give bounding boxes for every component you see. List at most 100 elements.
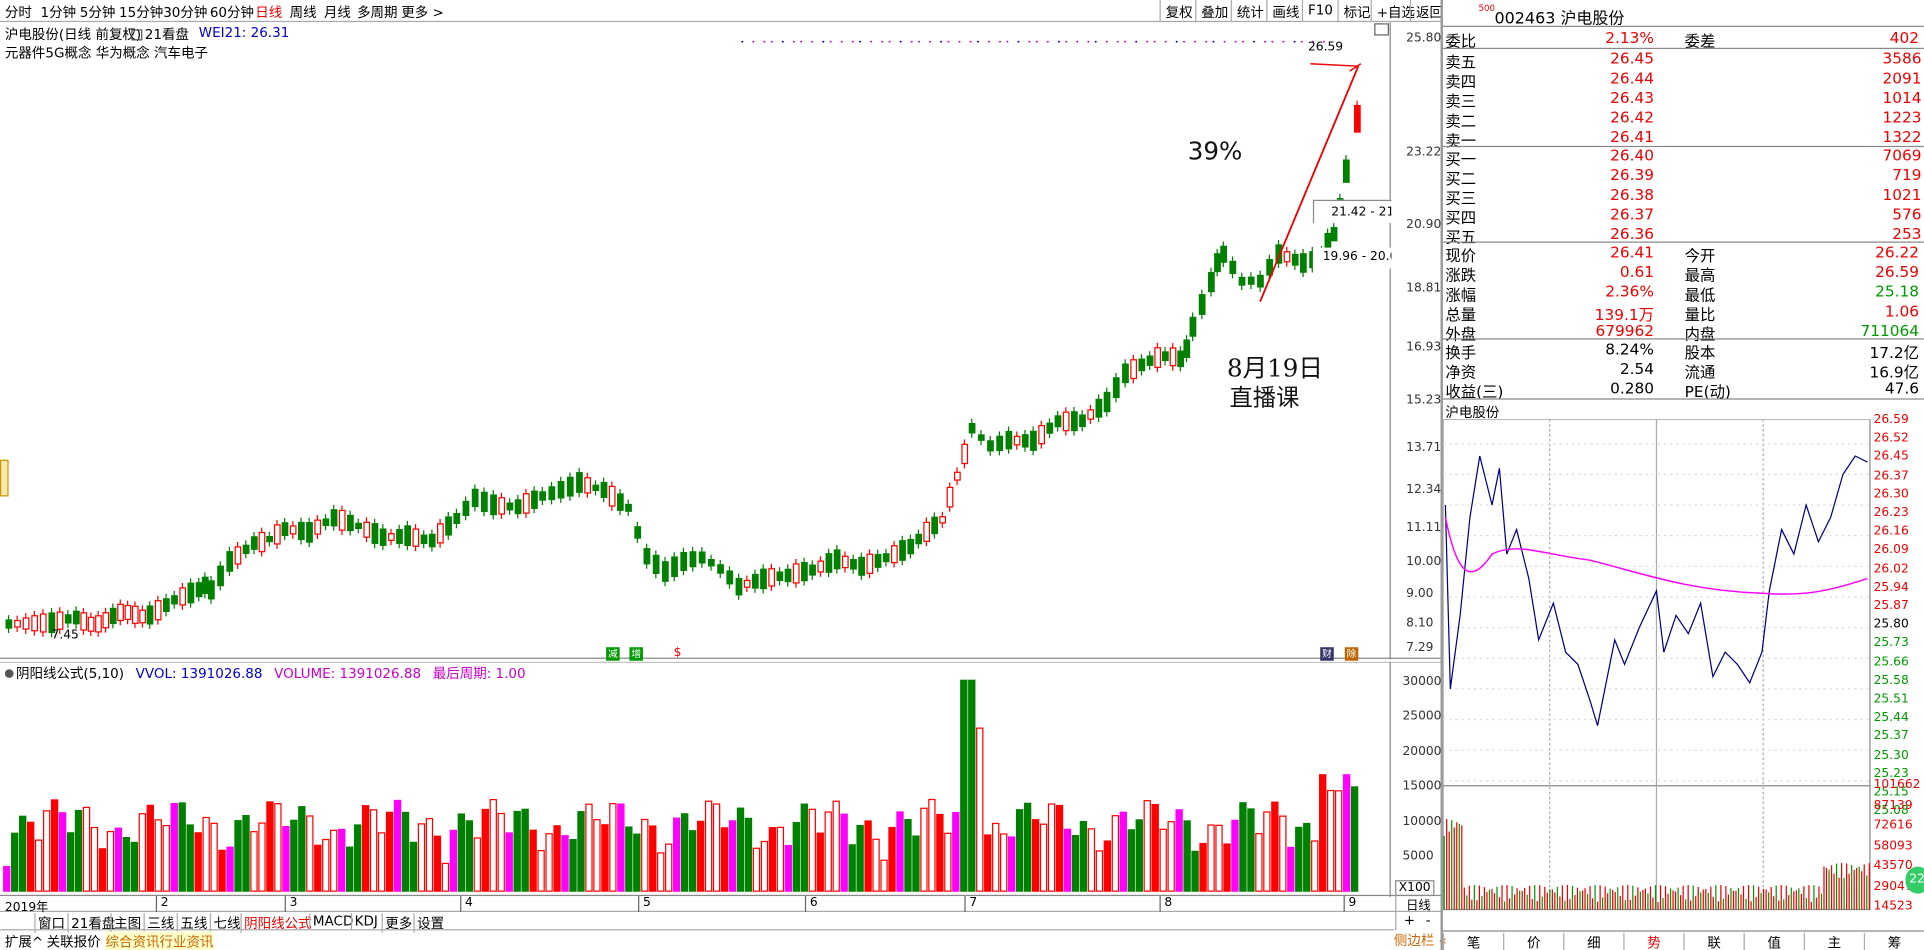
info-tab-2[interactable]: 行业资讯 [159, 931, 214, 950]
candle [462, 500, 470, 517]
volume-bar [952, 811, 960, 892]
toolbar-button-0[interactable]: 复权 [1159, 0, 1198, 23]
event-mark-dividend[interactable]: $ [674, 646, 682, 659]
candle [471, 488, 479, 508]
sidebar-toggle[interactable]: 侧边栏 « [1394, 930, 1447, 950]
candle [109, 607, 117, 625]
period-tab-7[interactable]: 周线 [290, 2, 317, 22]
signal-dot [1035, 40, 1038, 43]
quote-tab-2[interactable]: 细 [1563, 932, 1623, 950]
period-tab-9[interactable]: 多周期 [357, 2, 397, 22]
volume-chart[interactable] [0, 661, 1441, 898]
signal-dot [1282, 40, 1285, 43]
candle [506, 502, 514, 511]
quote-value-2: 1.06 [1884, 301, 1920, 320]
volume-bar [242, 814, 250, 892]
candle [891, 545, 898, 564]
candle [217, 565, 224, 587]
candle [1220, 245, 1227, 263]
candle [289, 525, 297, 535]
period-tab-6[interactable]: 日线 [255, 2, 282, 22]
period-tab-8[interactable]: 月线 [324, 2, 351, 22]
indicator-tab-9[interactable]: KDJ [350, 913, 378, 930]
quote-tab-7[interactable]: 筹 [1863, 932, 1924, 950]
volume-bar [744, 817, 753, 892]
volume-bar [960, 679, 968, 892]
intraday-price-tick: 26.02 [1873, 562, 1909, 576]
maximize-icon[interactable] [1374, 23, 1389, 36]
candle [124, 604, 132, 620]
volume-bar [3, 866, 11, 892]
side-handle[interactable] [0, 459, 9, 497]
volume-bar [848, 844, 856, 892]
candle [258, 531, 266, 553]
toolbar-button-2[interactable]: 统计 [1230, 0, 1269, 23]
candle [1146, 355, 1154, 366]
main-y-tick: 7.29 [1406, 641, 1434, 655]
candle [792, 563, 800, 584]
quote-tab-0[interactable]: 笔 [1442, 932, 1503, 950]
volume-bar [768, 827, 777, 892]
period-tab-1[interactable]: 1分钟 [40, 2, 76, 22]
signal-dot [1135, 40, 1138, 43]
volume-bar [74, 809, 83, 892]
signal-dot [1253, 40, 1255, 43]
candle [1283, 251, 1291, 263]
candle [784, 568, 792, 583]
signal-dot [1087, 40, 1090, 43]
event-mark-2[interactable]: 增 [629, 647, 643, 661]
main-y-tick: 13.71 [1406, 441, 1442, 455]
candle [162, 598, 170, 613]
expand-button[interactable]: 扩展^ [5, 932, 43, 950]
candle [961, 443, 969, 465]
info-tab-0[interactable]: 关联报价 [47, 932, 101, 950]
floating-badge[interactable]: 22 [1905, 866, 1924, 894]
quote-tab-3[interactable]: 势 [1623, 932, 1683, 950]
candle [273, 524, 281, 545]
quote-tab-5[interactable]: 值 [1743, 932, 1804, 950]
volume-bar [1071, 834, 1080, 892]
signal-dot [822, 40, 825, 43]
event-mark-exright[interactable]: 除 [1344, 647, 1359, 661]
zoom-in-button[interactable]: + [1404, 912, 1415, 928]
intraday-price-tick: 25.30 [1873, 748, 1909, 762]
candle [14, 619, 21, 628]
period-tab-5[interactable]: 60分钟 [210, 2, 254, 22]
volume-bar [98, 848, 107, 892]
volume-bar [856, 824, 864, 892]
info-tab-1[interactable]: 综合资讯 [105, 931, 160, 950]
ask-qty: 2091 [1882, 68, 1922, 88]
candle [1183, 339, 1191, 358]
indicator-tab-8[interactable]: MACD [309, 913, 353, 930]
period-tab-2[interactable]: 5分钟 [80, 2, 116, 22]
candle [566, 476, 574, 497]
volume-bar [984, 834, 992, 892]
toolbar-button-3[interactable]: 画线 [1266, 0, 1304, 23]
quote-tab-1[interactable]: 价 [1503, 932, 1563, 950]
volume-bar [704, 800, 713, 892]
period-tab-3[interactable]: 15分钟 [119, 2, 163, 22]
event-mark-1[interactable]: 减 [606, 647, 620, 661]
period-tab-4[interactable]: 30分钟 [163, 2, 207, 22]
candle [1353, 104, 1361, 133]
candlestick-chart[interactable] [0, 22, 1441, 660]
quote-tab-6[interactable]: 主 [1803, 932, 1864, 950]
event-mark-finance[interactable]: 财 [1320, 647, 1334, 661]
stock-code-prefix: 500 [1478, 3, 1495, 14]
intraday-volume-tick: 43570 [1873, 859, 1913, 873]
intraday-chart[interactable] [1442, 419, 1924, 931]
signal-dot [811, 40, 814, 43]
x-axis-month: 5 [638, 896, 651, 912]
candle [801, 562, 808, 582]
period-tab-0[interactable]: 分时 [5, 2, 32, 22]
zoom-out-button[interactable]: - [1426, 912, 1431, 928]
period-tab-10[interactable]: 更多 > [401, 2, 444, 22]
candle [548, 486, 556, 501]
toolbar-button-1[interactable]: 叠加 [1195, 0, 1233, 23]
quote-value-2: 402 [1889, 28, 1920, 47]
quote-value-2: 26.22 [1875, 242, 1920, 262]
toolbar-button-4[interactable]: F10 [1301, 0, 1338, 23]
quote-tab-4[interactable]: 联 [1683, 932, 1743, 950]
volume-bar [11, 832, 19, 892]
volume-bar [696, 820, 705, 892]
